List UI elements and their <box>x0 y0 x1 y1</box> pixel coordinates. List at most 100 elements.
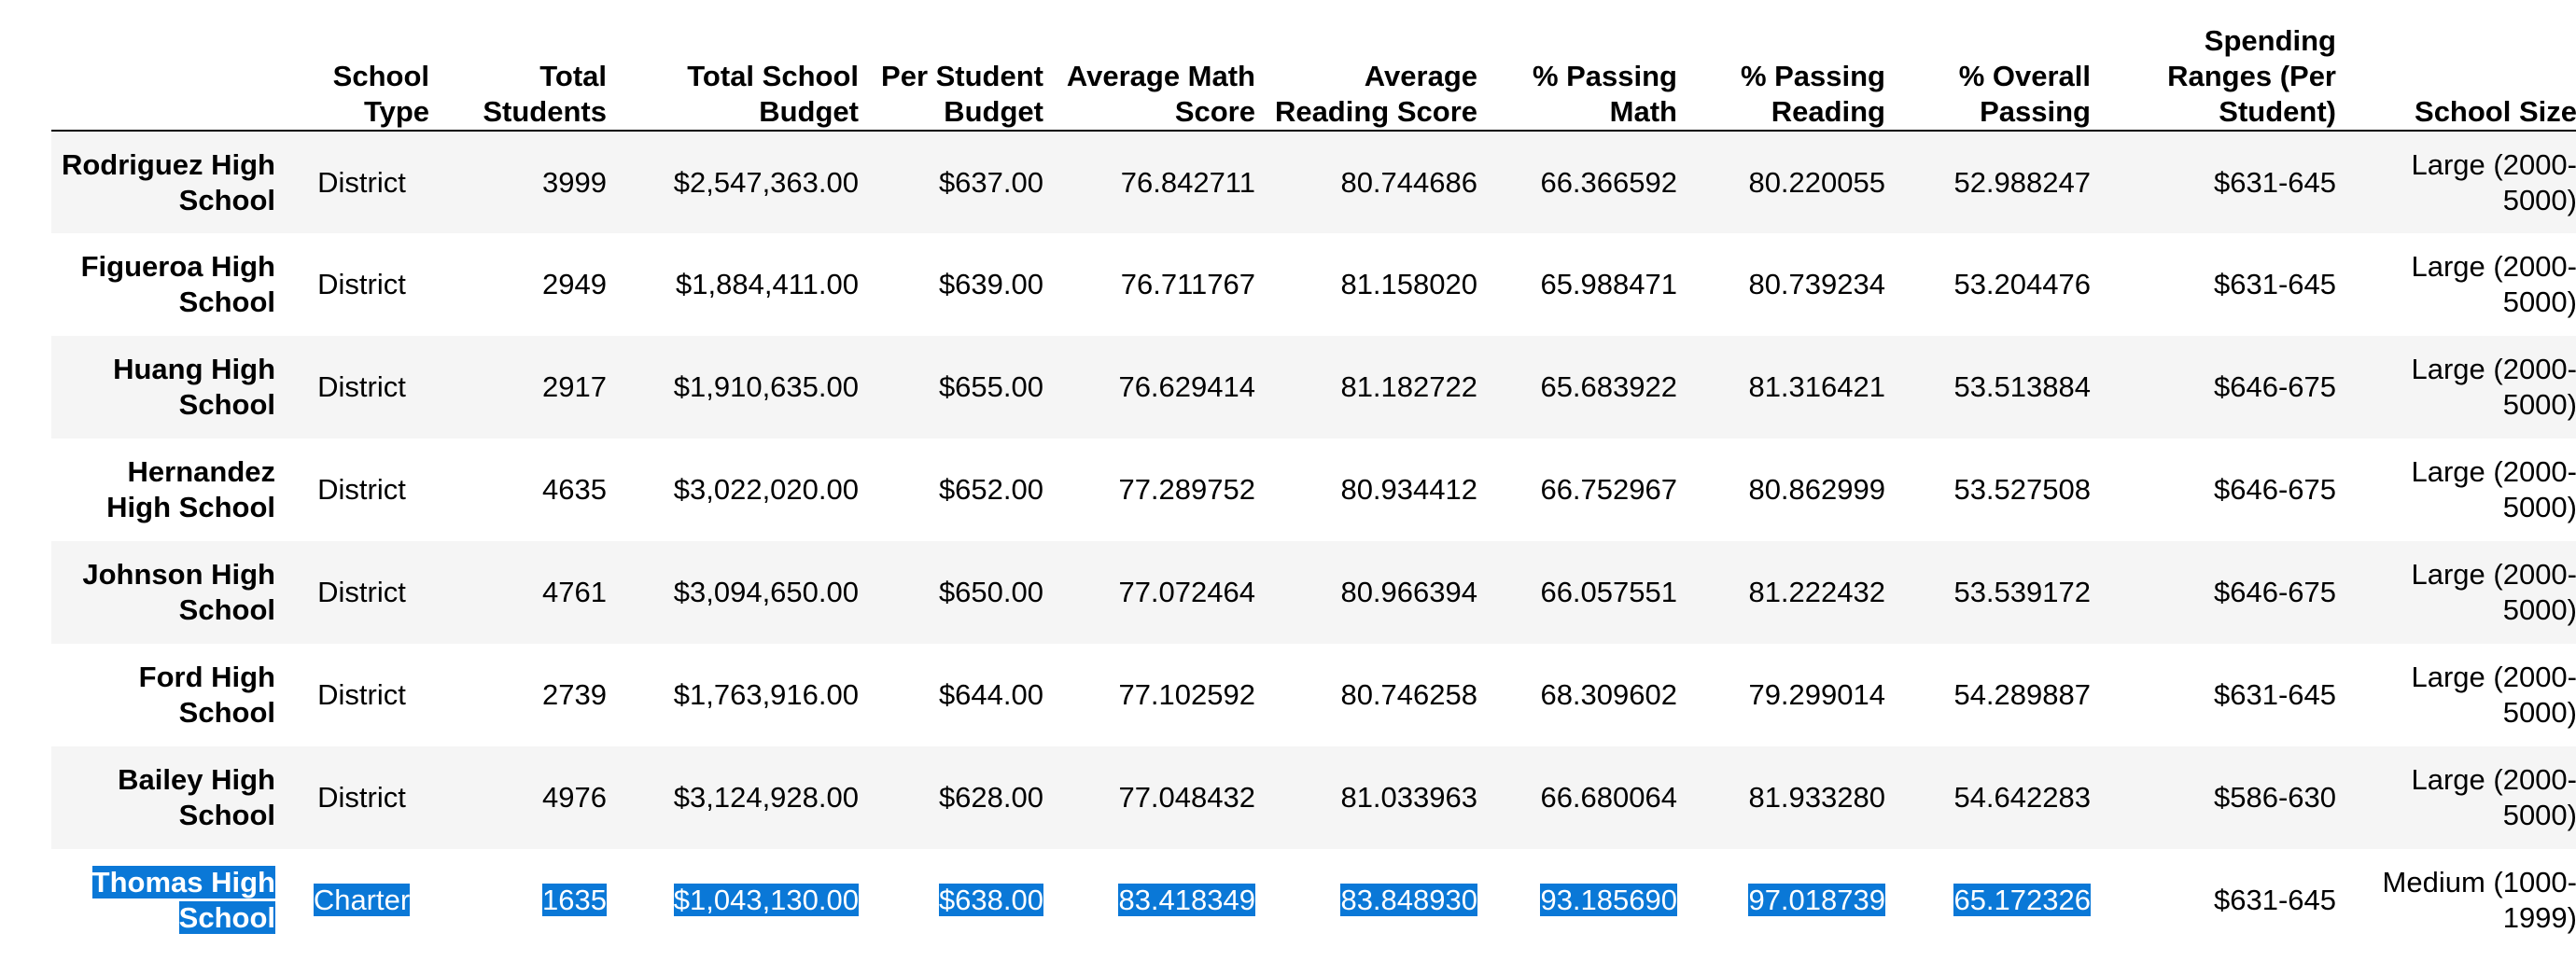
avg-math-cell-value: 77.072464 <box>1118 576 1255 608</box>
pct-overall-passing-cell: 65.172326 <box>1895 849 2100 952</box>
per-student-budget-cell-value: $644.00 <box>938 678 1043 711</box>
school-type-cell: District <box>285 131 439 233</box>
avg-math-cell-value: 77.048432 <box>1118 781 1255 814</box>
spending-ranges-header: Spending Ranges (Per Student) <box>2100 0 2345 132</box>
total-students-cell-value: 4976 <box>542 781 607 814</box>
pct-passing-reading-cell: 81.933280 <box>1687 746 1895 849</box>
avg-math-cell-value: 77.102592 <box>1118 678 1255 711</box>
pct-passing-math-header: % Passing Math <box>1487 0 1687 132</box>
avg-math-cell: 77.289752 <box>1053 439 1265 541</box>
pct-passing-reading-cell: 79.299014 <box>1687 644 1895 746</box>
total-budget-cell: $1,763,916.00 <box>616 644 868 746</box>
pct-passing-reading-cell-value: 81.316421 <box>1748 370 1885 403</box>
per-student-budget-cell-value: $650.00 <box>938 576 1043 608</box>
per-student-budget-header: Per Student Budget <box>868 0 1053 132</box>
row-index-school-name: Thomas High School <box>51 849 285 952</box>
school-type-cell: District <box>285 746 439 849</box>
school-size-cell: Large (2000-5000) <box>2345 541 2576 644</box>
pct-passing-math-cell: 66.057551 <box>1487 541 1687 644</box>
avg-reading-cell: 81.158020 <box>1265 233 1487 336</box>
avg-reading-cell-value: 80.966394 <box>1340 576 1477 608</box>
school-size-cell: Medium (1000-1999) <box>2345 849 2576 952</box>
school-type-cell-value: District <box>317 165 406 199</box>
notebook-output-area: School Type Total Students Total School Bu… <box>0 0 2576 961</box>
table-row[interactable]: Johnson High School District 4761 $3,094,65… <box>51 541 2576 644</box>
total-budget-cell: $2,547,363.00 <box>616 131 868 233</box>
table-row[interactable]: Figueroa High School District 2949 $1,884,4… <box>51 233 2576 336</box>
pct-passing-math-cell: 65.988471 <box>1487 233 1687 336</box>
table-row[interactable]: Bailey High School District 4976 $3,124,928… <box>51 746 2576 849</box>
school-size-cell: Large (2000-5000) <box>2345 336 2576 439</box>
total-budget-cell: $3,124,928.00 <box>616 746 868 849</box>
school-type-cell: District <box>285 439 439 541</box>
row-index-school-name: Hernandez High School <box>51 439 285 541</box>
school-type-cell-value: District <box>317 781 406 814</box>
per-student-budget-cell: $638.00 <box>868 849 1053 952</box>
dataframe-table: School Type Total Students Total School Bu… <box>51 0 2576 952</box>
avg-reading-cell-value: 81.158020 <box>1340 268 1477 300</box>
table-row[interactable]: Ford High School District 2739 $1,763,916.0… <box>51 644 2576 746</box>
spending-range-cell: $646-675 <box>2100 336 2345 439</box>
school-type-cell-value: District <box>317 678 406 711</box>
total-students-cell: 1635 <box>439 849 616 952</box>
pct-overall-passing-cell: 53.513884 <box>1895 336 2100 439</box>
spending-range-cell: $646-675 <box>2100 439 2345 541</box>
spending-range-cell-value: $631-645 <box>2213 678 2336 711</box>
pct-passing-reading-cell: 81.222432 <box>1687 541 1895 644</box>
pct-passing-math-cell: 68.309602 <box>1487 644 1687 746</box>
avg-reading-cell: 80.746258 <box>1265 644 1487 746</box>
total-budget-cell: $3,022,020.00 <box>616 439 868 541</box>
pct-overall-passing-header: % Overall Passing <box>1895 0 2100 132</box>
total-budget-cell-value: $3,094,650.00 <box>673 576 859 608</box>
spending-range-cell: $631-645 <box>2100 233 2345 336</box>
avg-reading-cell-value: 81.182722 <box>1340 370 1477 403</box>
spending-range-cell: $631-645 <box>2100 131 2345 233</box>
pct-passing-reading-cell-value: 80.739234 <box>1748 268 1885 300</box>
table-row[interactable]: Thomas High School Charter 1635 $1,043,130.… <box>51 849 2576 952</box>
total-budget-cell-value: $3,022,020.00 <box>673 473 859 506</box>
table-row[interactable]: Hernandez High School District 4635 $3,022,… <box>51 439 2576 541</box>
per-student-budget-cell: $628.00 <box>868 746 1053 849</box>
avg-reading-cell-value: 80.746258 <box>1340 678 1477 711</box>
school-type-cell-value: Charter <box>313 884 411 916</box>
school-type-cell: District <box>285 541 439 644</box>
school-size-cell: Large (2000-5000) <box>2345 746 2576 849</box>
pct-passing-reading-cell-value: 80.220055 <box>1748 165 1885 199</box>
pct-overall-passing-cell-value: 53.539172 <box>1953 576 2091 608</box>
pct-passing-reading-cell-value: 79.299014 <box>1748 678 1885 711</box>
table-row[interactable]: Huang High School District 2917 $1,910,635.… <box>51 336 2576 439</box>
table-row[interactable]: Rodriguez High School District 3999 $2,547,… <box>51 131 2576 233</box>
total-budget-cell-value: $2,547,363.00 <box>673 165 859 199</box>
pct-overall-passing-cell: 54.642283 <box>1895 746 2100 849</box>
avg-reading-cell: 83.848930 <box>1265 849 1487 952</box>
school-size-cell-value: Large (2000-5000) <box>2411 353 2576 421</box>
row-index-school-name: Bailey High School <box>51 746 285 849</box>
avg-math-cell: 76.842711 <box>1053 131 1265 233</box>
per-student-budget-cell-value: $628.00 <box>938 781 1043 814</box>
school-name-text: Thomas High School <box>91 866 275 934</box>
per-student-budget-cell: $637.00 <box>868 131 1053 233</box>
school-type-cell-value: District <box>317 576 406 608</box>
pct-passing-math-cell-value: 66.680064 <box>1540 781 1677 814</box>
spending-range-cell: $646-675 <box>2100 541 2345 644</box>
total-students-cell: 2949 <box>439 233 616 336</box>
pct-passing-math-cell-value: 93.185690 <box>1540 884 1677 916</box>
per-student-budget-cell: $639.00 <box>868 233 1053 336</box>
total-students-cell: 3999 <box>439 131 616 233</box>
pct-passing-reading-cell-value: 97.018739 <box>1748 884 1885 916</box>
pct-passing-reading-cell-value: 81.933280 <box>1748 781 1885 814</box>
header-row: School Type Total Students Total School Bu… <box>51 0 2576 132</box>
spending-range-cell: $631-645 <box>2100 849 2345 952</box>
pct-passing-reading-cell: 81.316421 <box>1687 336 1895 439</box>
school-type-cell: District <box>285 336 439 439</box>
avg-reading-cell: 80.934412 <box>1265 439 1487 541</box>
per-student-budget-cell: $655.00 <box>868 336 1053 439</box>
total-budget-cell: $1,884,411.00 <box>616 233 868 336</box>
pct-passing-reading-cell: 80.862999 <box>1687 439 1895 541</box>
total-students-cell-value: 4635 <box>542 473 607 506</box>
avg-reading-cell-value: 80.934412 <box>1340 473 1477 506</box>
spending-range-cell: $586-630 <box>2100 746 2345 849</box>
per-student-budget-cell-value: $652.00 <box>938 473 1043 506</box>
school-size-cell-value: Large (2000-5000) <box>2411 250 2576 318</box>
per-student-budget-cell: $644.00 <box>868 644 1053 746</box>
